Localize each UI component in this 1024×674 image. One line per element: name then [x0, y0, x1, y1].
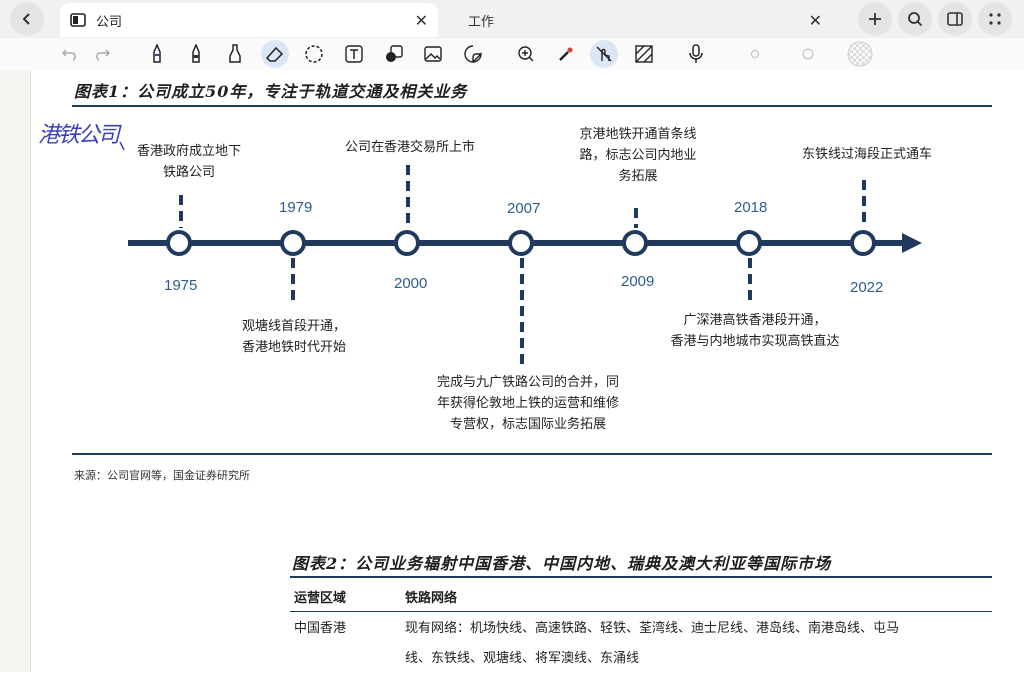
- stroke-medium-option[interactable]: [796, 42, 820, 66]
- undo-icon: [61, 49, 76, 61]
- figure2-title: 图表2：公司业务辐射中国香港、中国内地、瑞典及澳大利亚等国际市场: [292, 554, 832, 573]
- marker-icon: [192, 44, 200, 63]
- chevron-left-icon: [22, 13, 30, 25]
- table-header-rule: [290, 611, 992, 612]
- table-cell-region: 中国香港: [294, 621, 347, 636]
- sidebar-toggle-button[interactable]: [938, 2, 972, 36]
- year-2000: 2000: [394, 275, 428, 292]
- timeline-arrow-icon: [902, 233, 922, 253]
- redo-icon: [96, 49, 111, 61]
- event-2022-label: 东铁线过海段正式通车: [801, 147, 932, 162]
- pen-tool[interactable]: [145, 42, 169, 66]
- search-icon: [908, 12, 923, 27]
- tab-bar: 公司 ✕ 工作 ✕: [0, 0, 1024, 38]
- touch-icon: [596, 46, 612, 62]
- eraser-tool[interactable]: [261, 40, 289, 68]
- tab-work[interactable]: 工作 ✕: [452, 3, 832, 37]
- more-button[interactable]: [978, 2, 1012, 36]
- pen-icon: [153, 44, 161, 63]
- new-tab-button[interactable]: [858, 2, 892, 36]
- marker-tool[interactable]: [184, 42, 208, 66]
- mic-button[interactable]: [684, 42, 708, 66]
- pattern-tool[interactable]: [632, 42, 656, 66]
- lasso-tool[interactable]: [302, 42, 326, 66]
- year-1979: 1979: [279, 199, 313, 216]
- color-picker[interactable]: [846, 40, 874, 68]
- event-2009-label: 京港地铁开通首条线 路，标志公司内地业 务拓展: [579, 127, 697, 184]
- table-cell-network: 现有网络：机场快线、高速铁路、轻铁、荃湾线、迪士尼线、港岛线、南港岛线、屯马 线…: [405, 621, 900, 666]
- sidebar-icon: [947, 12, 963, 26]
- table-header-region: 运营区域: [294, 591, 347, 606]
- shape-icon: [386, 45, 403, 62]
- sticker-tool[interactable]: [461, 42, 485, 66]
- tab-label: 公司: [96, 14, 123, 30]
- text-tool[interactable]: [342, 42, 366, 66]
- grid-dots-icon: [989, 13, 1001, 25]
- redo-button[interactable]: [90, 42, 114, 66]
- event-1979-label: 观塘线首段开通， 香港地铁时代开始: [241, 319, 346, 355]
- event-2000-label: 公司在香港交易所上市: [344, 140, 475, 155]
- handwriting-stroke: [119, 141, 125, 151]
- figure1-bottom-rule: [72, 453, 992, 455]
- mic-icon: [689, 44, 703, 63]
- event-1975-label: 香港政府成立地下 铁路公司: [136, 144, 241, 180]
- year-2022: 2022: [850, 279, 884, 296]
- tab-company[interactable]: 公司 ✕: [60, 3, 438, 37]
- close-tab-icon[interactable]: ✕: [415, 11, 428, 30]
- year-1975: 1975: [164, 277, 198, 294]
- figure2-top-rule: [290, 576, 992, 578]
- highlighter-tool[interactable]: [223, 42, 247, 66]
- undo-button[interactable]: [58, 42, 82, 66]
- text-icon: [345, 45, 363, 63]
- color-swatch-icon: [847, 41, 873, 67]
- thin-dot-icon: [751, 50, 759, 58]
- touch-tool[interactable]: [590, 40, 618, 68]
- search-button[interactable]: [898, 2, 932, 36]
- plus-icon: [869, 13, 881, 25]
- shape-tool[interactable]: [382, 42, 406, 66]
- tab-label: 工作: [468, 14, 495, 30]
- laser-icon: [559, 47, 573, 61]
- pattern-icon: [635, 45, 653, 63]
- lasso-icon: [305, 45, 323, 63]
- zoom-icon: [518, 46, 534, 62]
- laser-tool[interactable]: [554, 42, 578, 66]
- document-icon: [70, 13, 86, 27]
- image-icon: [424, 46, 442, 62]
- figure1-source: 来源：公司官网等，国金证券研究所: [74, 469, 250, 482]
- year-2018: 2018: [734, 199, 768, 216]
- event-2007-label: 完成与九广铁路公司的合并，同 年获得伦敦地上铁的运营和维修 专营权，标志国际业务…: [436, 375, 619, 432]
- eraser-icon: [266, 46, 284, 62]
- stroke-thin-option[interactable]: [743, 42, 767, 66]
- image-tool[interactable]: [421, 42, 445, 66]
- medium-dot-icon: [802, 48, 814, 60]
- sticker-icon: [464, 45, 482, 63]
- year-2009: 2009: [621, 273, 655, 290]
- annotation-toolbar: [0, 38, 1024, 70]
- back-button[interactable]: [10, 2, 44, 36]
- table-header-network: 铁路网络: [405, 591, 458, 606]
- year-2007: 2007: [507, 200, 541, 217]
- highlighter-icon: [229, 44, 241, 63]
- handwritten-annotation[interactable]: 港铁公司: [38, 117, 120, 149]
- zoom-tool[interactable]: [514, 42, 538, 66]
- event-2018-label: 广深港高铁香港段开通， 香港与内地城市实现高铁直达: [670, 313, 840, 349]
- close-tab-icon[interactable]: ✕: [809, 11, 822, 30]
